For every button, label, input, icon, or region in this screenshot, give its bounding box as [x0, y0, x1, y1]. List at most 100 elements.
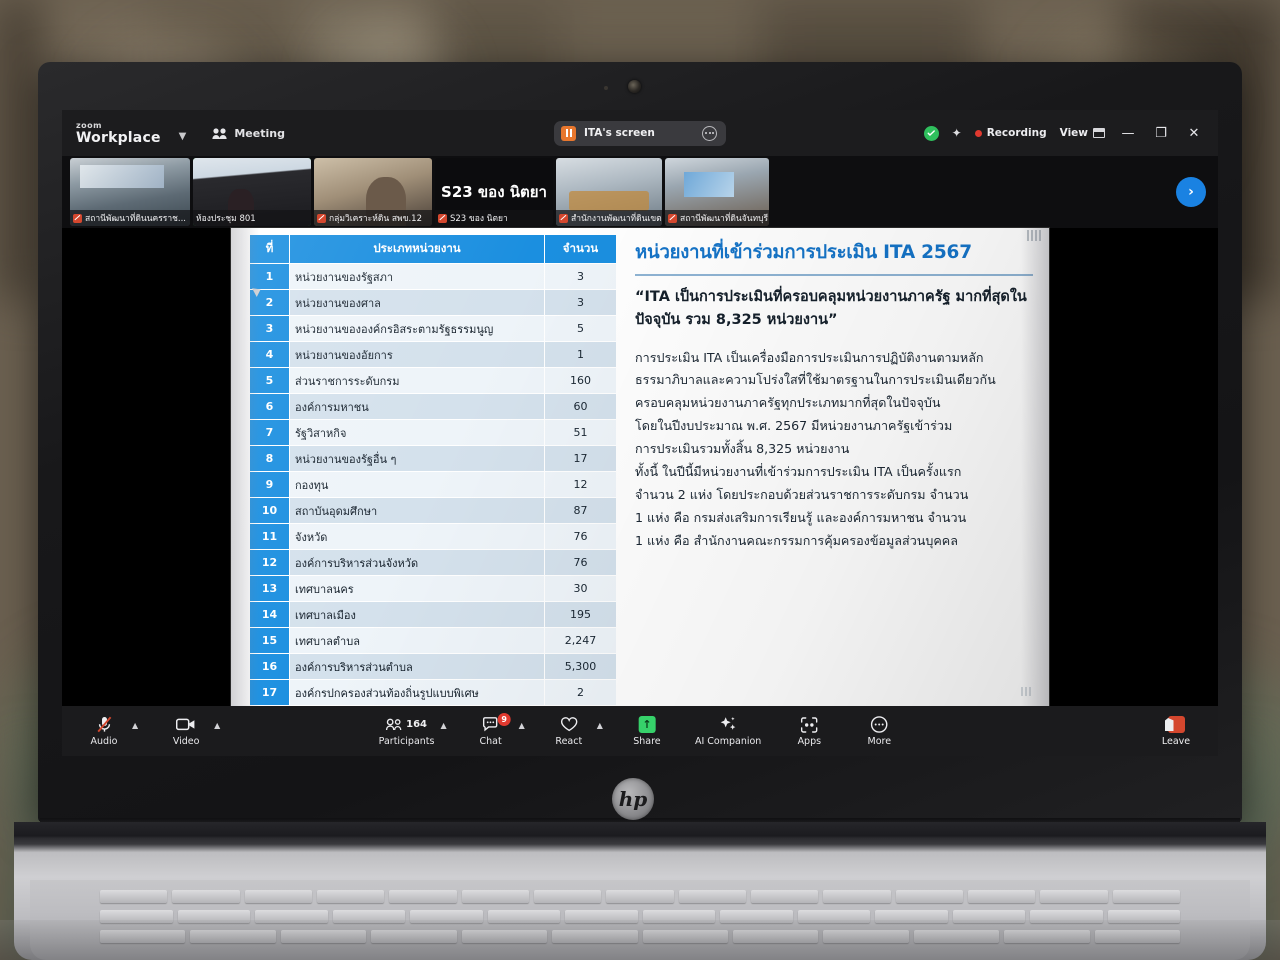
table-row: 14 เทศบาลเมือง 195	[249, 601, 617, 628]
participant-tile[interactable]: กลุ่มวิเคราะห์ดิน สพข.12	[314, 158, 432, 226]
video-button[interactable]: Video	[160, 715, 212, 747]
more-label: More	[867, 736, 892, 747]
mic-muted-icon	[438, 213, 447, 223]
row-count: 3	[544, 263, 617, 290]
table-row: 13 เทศบาลนคร 30	[249, 575, 617, 602]
minimize-button[interactable]: —	[1118, 126, 1138, 141]
row-count: 5,300	[544, 653, 617, 680]
leave-door-icon	[1167, 715, 1185, 734]
body-line: ธรรมาภิบาลและความโปร่งใสที่ใช้มาตรฐานในก…	[635, 372, 996, 388]
row-count: 1	[544, 341, 617, 368]
row-agency-type: กองทุน	[289, 471, 545, 498]
leave-meeting-button[interactable]: Leave	[1150, 715, 1202, 747]
row-count: 87	[544, 497, 617, 524]
mic-muted-icon	[668, 213, 677, 223]
row-count: 3	[544, 289, 617, 316]
row-agency-type: หน่วยงานของรัฐสภา	[289, 263, 545, 290]
laptop-screen: zoom Workplace ▼ Meeting ITA's screen ✦ …	[62, 110, 1218, 756]
pause-icon[interactable]	[561, 125, 576, 141]
table-row: 3 หน่วยงานขององค์กรอิสระตามรัฐธรรมนูญ 5	[249, 315, 617, 342]
participant-name: สำนักงานพัฒนาที่ดินเขต 4	[571, 214, 662, 224]
table-row: 15 เทศบาลตำบล 2,247	[249, 627, 617, 654]
recording-indicator[interactable]: Recording	[974, 127, 1047, 139]
apps-label: Apps	[797, 736, 822, 747]
row-count: 76	[544, 549, 617, 576]
table-row: 5 ส่วนราชการระดับกรม 160	[249, 367, 617, 394]
participants-caret-icon[interactable]: ▲	[440, 721, 446, 730]
row-agency-type: องค์การมหาชน	[289, 393, 545, 420]
share-screen-button[interactable]: ↑ Share	[621, 715, 673, 747]
hp-logo: hp	[612, 778, 654, 820]
react-caret-icon[interactable]: ▲	[597, 721, 603, 730]
microphone-muted-icon	[96, 715, 112, 734]
body-line: การประเมินรวมทั้งสิ้น 8,325 หน่วยงาน	[635, 441, 850, 457]
audio-control-group[interactable]: Audio ▲	[78, 715, 138, 747]
ai-companion-button[interactable]: AI Companion	[691, 715, 765, 747]
column-header-count: จำนวน	[544, 234, 617, 264]
ai-sparkle-icon[interactable]: ✦	[952, 126, 962, 140]
audio-options-caret-icon[interactable]: ▲	[132, 721, 138, 730]
chat-bubble-icon	[482, 715, 499, 734]
participants-label: Participants	[378, 736, 435, 747]
video-control-group[interactable]: Video ▲	[160, 715, 220, 747]
row-count: 76	[544, 523, 617, 550]
title-divider	[635, 274, 1033, 276]
row-agency-type: หน่วยงานของอัยการ	[289, 341, 545, 368]
row-agency-type: หน่วยงานขององค์กรอิสระตามรัฐธรรมนูญ	[289, 315, 545, 342]
body-line: ทั้งนี้ ในปีนี้มีหน่วยงานที่เข้าร่วมการป…	[635, 464, 962, 480]
row-agency-type: ส่วนราชการระดับกรม	[289, 367, 545, 394]
react-group[interactable]: React ▲	[543, 715, 603, 747]
slide-text-panel: หน่วยงานที่เข้าร่วมการประเมิน ITA 2567 “…	[621, 228, 1049, 706]
recording-label: Recording	[986, 127, 1047, 139]
table-row: 16 องค์การบริหารส่วนตำบล 5,300	[249, 653, 617, 680]
row-count: 2	[544, 679, 617, 706]
slide-body-text: การประเมิน ITA เป็นเครื่องมือการประเมินก…	[635, 347, 1033, 553]
chevron-down-icon[interactable]: ▼	[179, 131, 187, 142]
people-icon	[212, 127, 227, 139]
table-row: 17 องค์กรปกครองส่วนท้องถิ่นรูปแบบพิเศษ 2	[249, 679, 617, 706]
more-options-icon[interactable]	[702, 125, 717, 141]
video-options-caret-icon[interactable]: ▲	[214, 721, 220, 730]
participant-name: สถานีพัฒนาที่ดินจันทบุรี	[680, 214, 769, 224]
chat-group[interactable]: 9 Chat ▲	[465, 713, 525, 747]
restore-button[interactable]: ❐	[1151, 126, 1171, 141]
meeting-tab[interactable]: Meeting	[212, 127, 285, 140]
laptop: zoom Workplace ▼ Meeting ITA's screen ✦ …	[0, 0, 1280, 960]
participant-tile[interactable]: สถานีพัฒนาที่ดินจันทบุรี	[665, 158, 769, 226]
screen-share-indicator[interactable]: ITA's screen	[554, 120, 726, 146]
chat-caret-icon[interactable]: ▲	[519, 721, 525, 730]
filmstrip-next-button[interactable]: ›	[1176, 177, 1206, 207]
view-button[interactable]: View	[1060, 127, 1105, 139]
participant-tile[interactable]: สถานีพัฒนาที่ดินนครราช...	[70, 158, 190, 226]
table-row: 8 หน่วยงานของรัฐอื่น ๆ 17	[249, 445, 617, 472]
shared-screen-stage: ที่ ประเภทหน่วยงาน จำนวน 1 หน่วยงานของรัฐ…	[62, 228, 1218, 706]
participant-tile[interactable]: ห้องประชุม 801	[193, 158, 311, 226]
zoom-toolbar: Audio ▲ Video ▲ 164 Participants ▲ 9 Cha…	[62, 706, 1218, 756]
quote-line: “ITA เป็นการประเมินที่ครอบคลุมหน่วยงานภา…	[635, 288, 951, 305]
table-row: 11 จังหวัด 76	[249, 523, 617, 550]
participant-tile[interactable]: สำนักงานพัฒนาที่ดินเขต 4	[556, 158, 662, 226]
participant-name: สถานีพัฒนาที่ดินนครราช...	[85, 214, 186, 224]
security-shield-icon[interactable]	[923, 125, 939, 141]
chat-button[interactable]: 9 Chat	[465, 713, 517, 747]
body-line: 1 แห่ง คือ กรมส่งเสริมการเรียนรู้ และองค…	[635, 509, 967, 525]
audio-button[interactable]: Audio	[78, 715, 130, 747]
zoom-logo: zoom Workplace	[76, 121, 161, 145]
participants-button[interactable]: 164 Participants	[375, 715, 439, 747]
more-button[interactable]: More	[853, 715, 905, 747]
row-count: 5	[544, 315, 617, 342]
view-layout-icon	[1093, 128, 1105, 138]
row-agency-type: หน่วยงานของรัฐอื่น ๆ	[289, 445, 545, 472]
body-line: โดยในปีงบประมาณ พ.ศ. 2567 มีหน่วยงานภาคร…	[635, 418, 953, 434]
participants-group[interactable]: 164 Participants ▲	[375, 715, 447, 747]
apps-button[interactable]: Apps	[783, 715, 835, 747]
table-row: 9 กองทุน 12	[249, 471, 617, 498]
table-header-row: ที่ ประเภทหน่วยงาน จำนวน	[249, 234, 617, 264]
react-button[interactable]: React	[543, 715, 595, 747]
row-count: 160	[544, 367, 617, 394]
toolbar-center-group: 164 Participants ▲ 9 Chat ▲ React ▲ ↑ Sh…	[375, 713, 906, 747]
row-agency-type: หน่วยงานของศาล	[289, 289, 545, 316]
participant-tile[interactable]: S23 ของ นิตยา S23 ของ นิตยา	[435, 158, 553, 226]
mic-muted-icon	[559, 213, 568, 223]
close-button[interactable]: ✕	[1184, 126, 1204, 141]
